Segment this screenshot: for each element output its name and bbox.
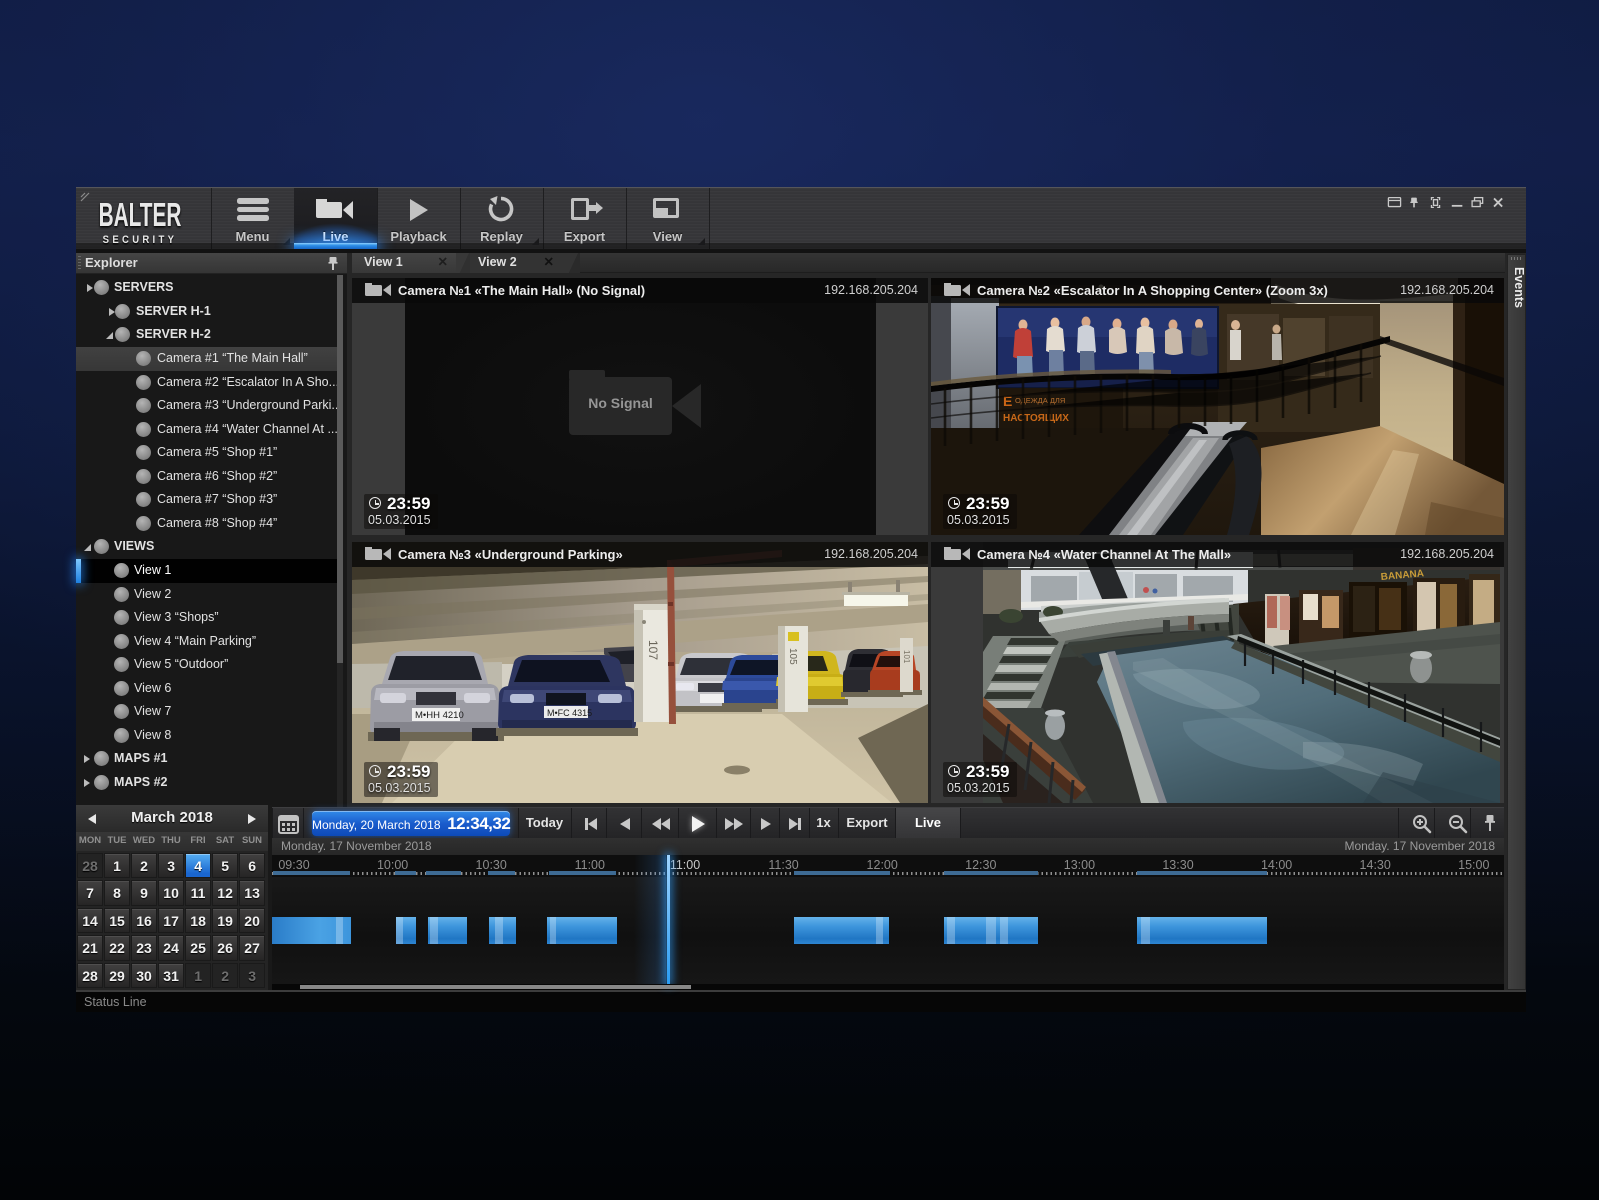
svg-text:107: 107 bbox=[646, 640, 660, 660]
svg-text:M•FC 4315: M•FC 4315 bbox=[547, 708, 592, 718]
svg-text:НАСТОЯЩИХ: НАСТОЯЩИХ bbox=[1003, 413, 1069, 424]
svg-text:M•HH 4210: M•HH 4210 bbox=[415, 710, 464, 721]
svg-text:105: 105 bbox=[787, 648, 798, 665]
svg-text:101: 101 bbox=[902, 650, 911, 664]
